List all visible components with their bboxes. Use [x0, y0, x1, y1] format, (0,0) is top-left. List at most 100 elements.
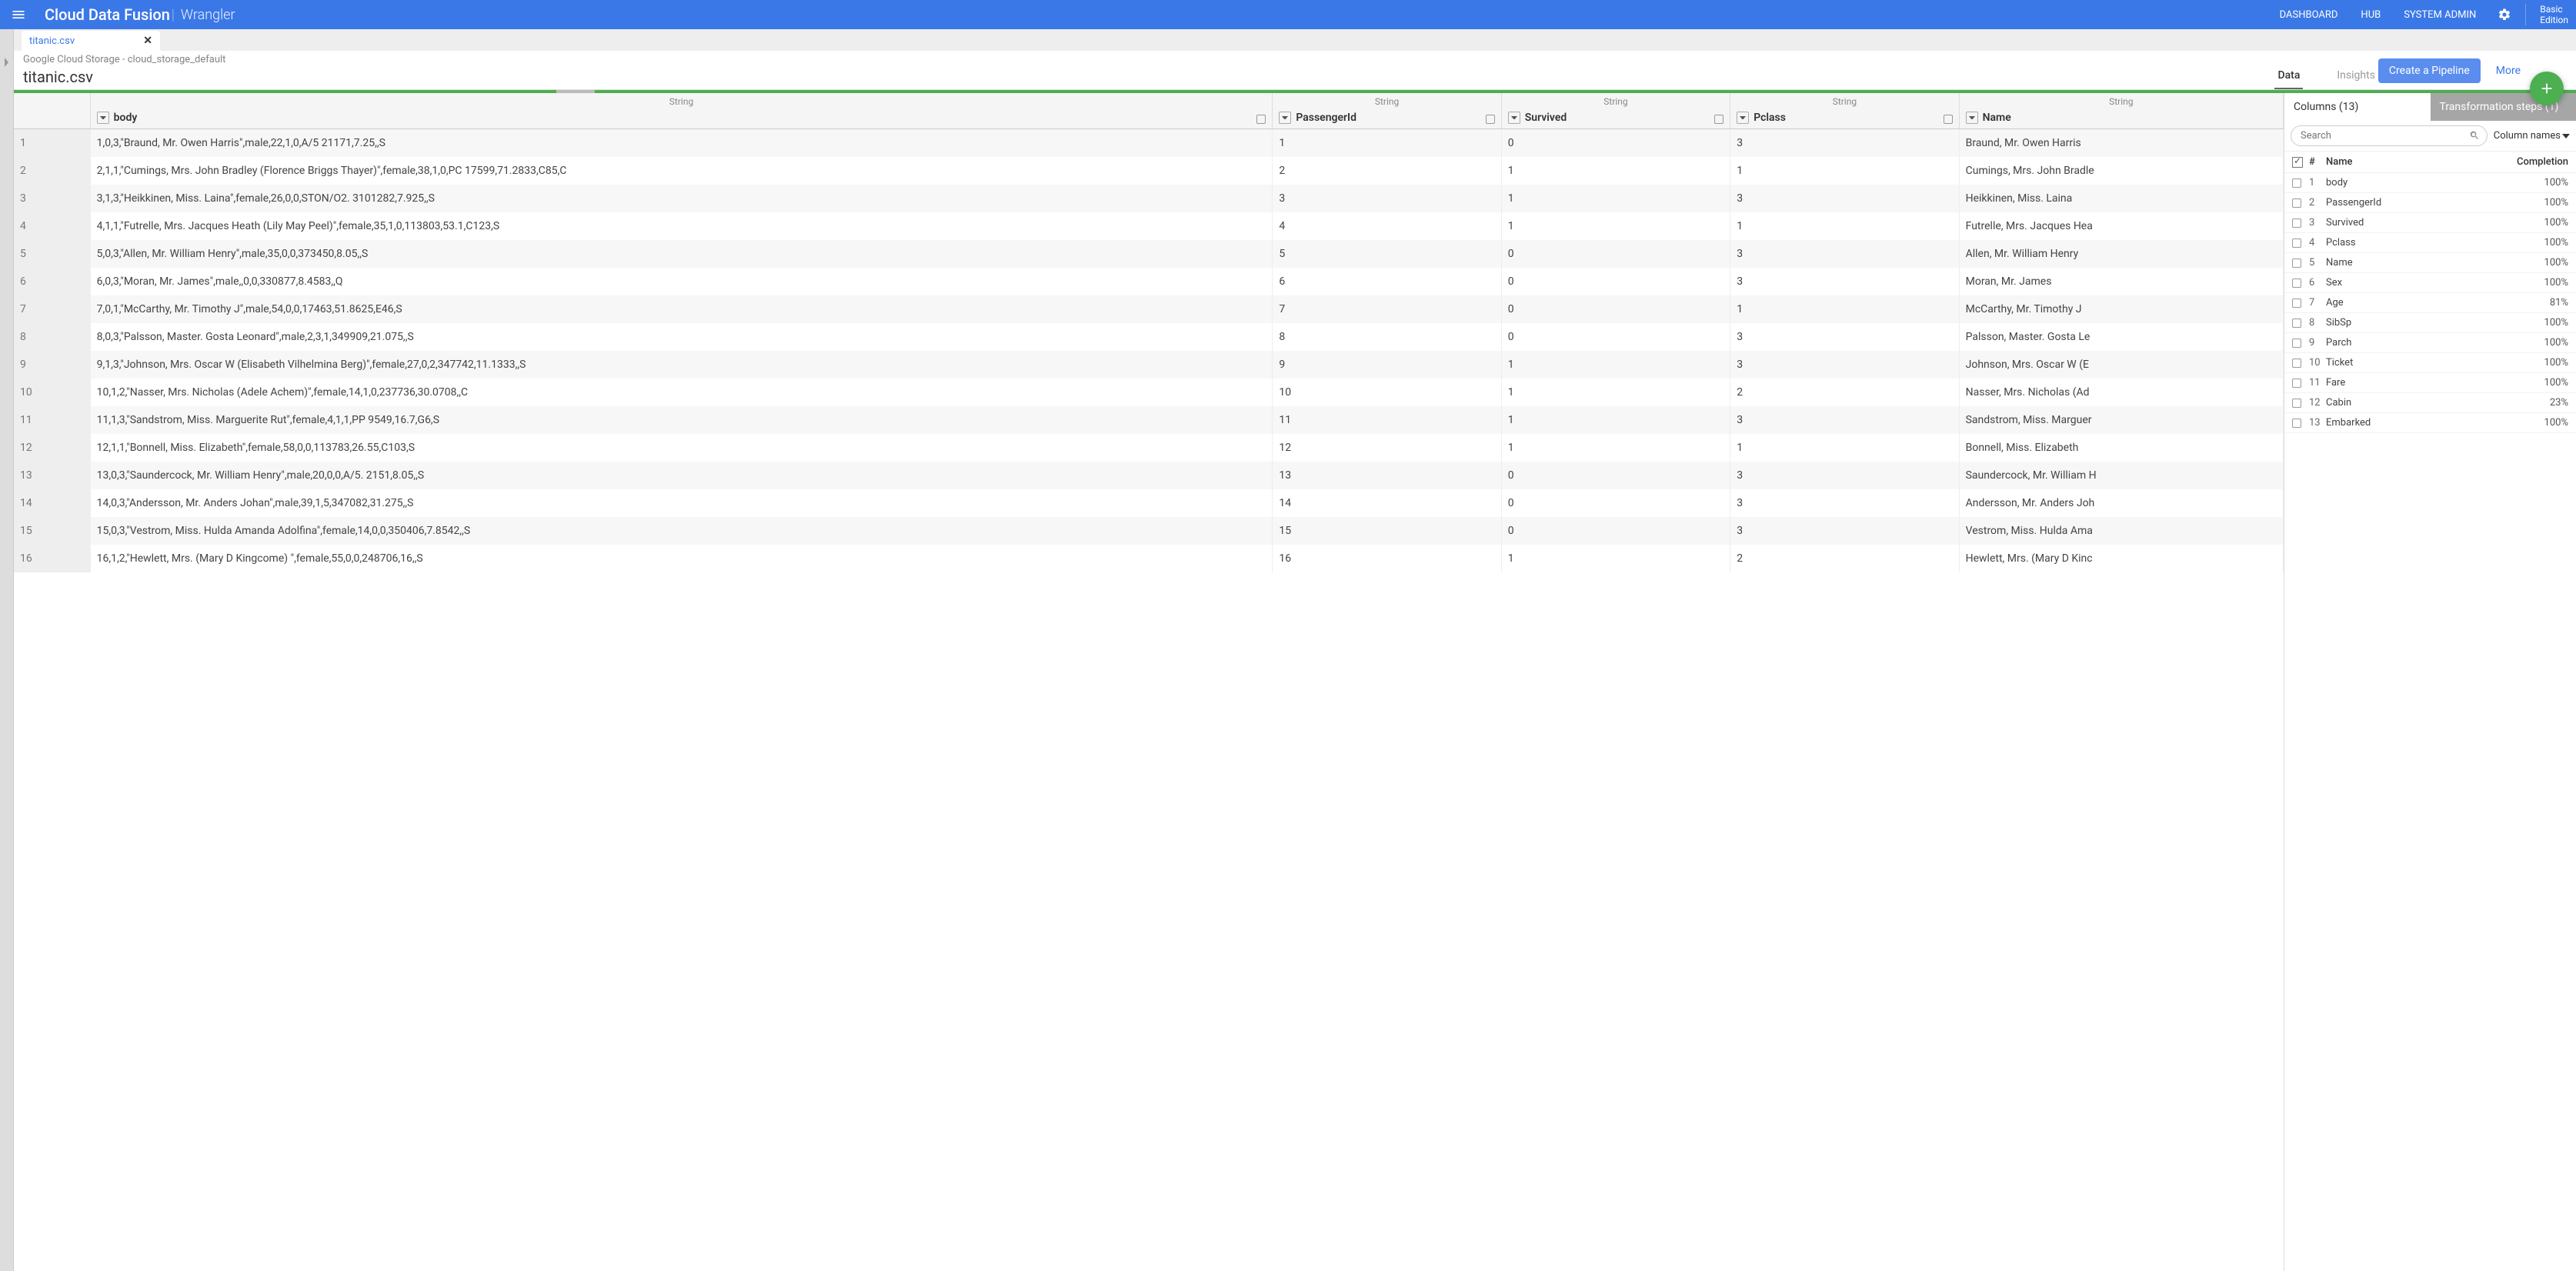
table-row[interactable]: 1010,1,2,"Nasser, Mrs. Nicholas (Adele A… [14, 379, 2284, 406]
column-menu-icon[interactable] [1737, 112, 1749, 124]
column-list-item[interactable]: 9Parch100% [2284, 333, 2576, 353]
column-checkbox[interactable] [2292, 339, 2301, 348]
cell-pclass: 3 [1730, 406, 1959, 434]
column-checkbox[interactable] [1714, 115, 1723, 124]
col-type-label: String [1737, 96, 1952, 107]
column-list-item[interactable]: 7Age81% [2284, 293, 2576, 313]
column-checkbox[interactable] [2292, 379, 2301, 388]
column-name: Parch [2326, 337, 2544, 349]
column-menu-icon[interactable] [1966, 112, 1978, 124]
column-menu-icon[interactable] [1508, 112, 1520, 124]
cell-passengerid: 3 [1273, 185, 1501, 212]
column-checkbox[interactable] [2292, 279, 2301, 288]
table-row[interactable]: 11,0,3,"Braund, Mr. Owen Harris",male,22… [14, 129, 2284, 158]
table-row[interactable]: 22,1,1,"Cumings, Mrs. John Bradley (Flor… [14, 157, 2284, 185]
close-tab-icon[interactable]: ✕ [143, 35, 152, 47]
column-list-item[interactable]: 3Survived100% [2284, 213, 2576, 233]
column-list-item[interactable]: 13Embarked100% [2284, 413, 2576, 433]
search-input[interactable] [2291, 125, 2488, 146]
table-row[interactable]: 1111,1,3,"Sandstrom, Miss. Marguerite Ru… [14, 406, 2284, 434]
hamburger-menu-icon[interactable] [8, 4, 29, 25]
column-checkbox[interactable] [2292, 319, 2301, 328]
column-checkbox[interactable] [2292, 419, 2301, 428]
column-checkbox[interactable] [2292, 359, 2301, 368]
column-checkbox[interactable] [1256, 115, 1266, 124]
column-list-item[interactable]: 12Cabin23% [2284, 393, 2576, 413]
column-index: 1 [2309, 177, 2326, 188]
column-name: Survived [1525, 112, 1567, 124]
column-name: Name [1983, 112, 2011, 124]
column-checkbox[interactable] [2292, 239, 2301, 248]
table-row[interactable]: 1515,0,3,"Vestrom, Miss. Hulda Amanda Ad… [14, 517, 2284, 545]
column-checkbox[interactable] [1486, 115, 1495, 124]
column-list-item[interactable]: 11Fare100% [2284, 373, 2576, 393]
column-list-item[interactable]: 10Ticket100% [2284, 353, 2576, 373]
table-row[interactable]: 1212,1,1,"Bonnell, Miss. Elizabeth",fema… [14, 434, 2284, 462]
table-row[interactable]: 88,0,3,"Palsson, Master. Gosta Leonard",… [14, 323, 2284, 351]
nav-dashboard[interactable]: DASHBOARD [2280, 9, 2338, 21]
column-completion: 81% [2550, 297, 2568, 309]
row-number: 15 [14, 517, 90, 545]
expand-sidebar-handle[interactable] [0, 29, 14, 1271]
row-number: 8 [14, 323, 90, 351]
side-panel: Columns (13) Transformation steps (1) Co… [2284, 93, 2576, 1271]
table-row[interactable]: 44,1,1,"Futrelle, Mrs. Jacques Heath (Li… [14, 212, 2284, 240]
table-row[interactable]: 77,0,1,"McCarthy, Mr. Timothy J",male,54… [14, 295, 2284, 323]
column-list-item[interactable]: 1body100% [2284, 173, 2576, 193]
column-checkbox[interactable] [2292, 198, 2301, 208]
table-row[interactable]: 1414,0,3,"Andersson, Mr. Anders Johan",m… [14, 489, 2284, 517]
file-tab[interactable]: titanic.csv ✕ [22, 31, 160, 51]
column-checkbox[interactable] [2292, 399, 2301, 408]
column-checkbox[interactable] [2292, 259, 2301, 268]
select-all-checkbox[interactable] [2292, 157, 2303, 168]
data-grid-wrap[interactable]: String body String PassengerId [14, 93, 2284, 1271]
column-name: body [114, 112, 138, 124]
column-list-item[interactable]: 6Sex100% [2284, 273, 2576, 293]
cell-name: Braund, Mr. Owen Harris [1959, 129, 2283, 158]
column-list-item[interactable]: 4Pclass100% [2284, 233, 2576, 253]
column-checkbox[interactable] [2292, 299, 2301, 308]
add-fab-button[interactable] [2530, 72, 2564, 105]
columns-list[interactable]: 1body100%2PassengerId100%3Survived100%4P… [2284, 173, 2576, 1271]
tab-data[interactable]: Data [2274, 63, 2303, 89]
column-index: 7 [2309, 297, 2326, 309]
table-row[interactable]: 99,1,3,"Johnson, Mrs. Oscar W (Elisabeth… [14, 351, 2284, 379]
column-checkbox[interactable] [1944, 115, 1953, 124]
table-row[interactable]: 66,0,3,"Moran, Mr. James",male,,0,0,3308… [14, 268, 2284, 295]
table-row[interactable]: 55,0,3,"Allen, Mr. William Henry",male,3… [14, 240, 2284, 268]
cell-body: 16,1,2,"Hewlett, Mrs. (Mary D Kingcome) … [90, 545, 1273, 572]
search-icon [2469, 130, 2480, 141]
cell-body: 11,1,3,"Sandstrom, Miss. Marguerite Rut"… [90, 406, 1273, 434]
tab-columns[interactable]: Columns (13) [2284, 93, 2431, 121]
column-index: 10 [2309, 357, 2326, 369]
column-list-item[interactable]: 5Name100% [2284, 253, 2576, 273]
column-names-dropdown[interactable]: Column names [2494, 130, 2570, 142]
nav-system-admin[interactable]: SYSTEM ADMIN [2404, 9, 2476, 21]
cell-survived: 1 [1501, 212, 1730, 240]
table-row[interactable]: 1313,0,3,"Saundercock, Mr. William Henry… [14, 462, 2284, 489]
search-wrapper [2291, 125, 2488, 146]
column-menu-icon[interactable] [1279, 112, 1291, 124]
cell-survived: 0 [1501, 462, 1730, 489]
create-pipeline-button[interactable]: Create a Pipeline [2378, 58, 2481, 83]
column-name: Embarked [2326, 417, 2544, 429]
tab-insights[interactable]: Insights [2334, 63, 2378, 89]
column-checkbox[interactable] [2292, 219, 2301, 228]
row-number: 13 [14, 462, 90, 489]
cell-survived: 1 [1501, 157, 1730, 185]
nav-hub[interactable]: HUB [2361, 9, 2381, 21]
column-list-item[interactable]: 2PassengerId100% [2284, 193, 2576, 213]
breadcrumb: Google Cloud Storage - cloud_storage_def… [23, 54, 2274, 65]
column-index: 11 [2309, 377, 2326, 389]
cell-passengerid: 1 [1273, 129, 1501, 158]
table-row[interactable]: 1616,1,2,"Hewlett, Mrs. (Mary D Kingcome… [14, 545, 2284, 572]
cell-survived: 0 [1501, 295, 1730, 323]
column-list-item[interactable]: 8SibSp100% [2284, 313, 2576, 333]
column-completion: 100% [2544, 337, 2568, 349]
column-completion: 100% [2544, 377, 2568, 389]
more-link[interactable]: More [2496, 65, 2521, 77]
table-row[interactable]: 33,1,3,"Heikkinen, Miss. Laina",female,2… [14, 185, 2284, 212]
settings-gear-icon[interactable] [2498, 8, 2511, 22]
column-checkbox[interactable] [2292, 178, 2301, 188]
column-menu-icon[interactable] [97, 112, 109, 124]
